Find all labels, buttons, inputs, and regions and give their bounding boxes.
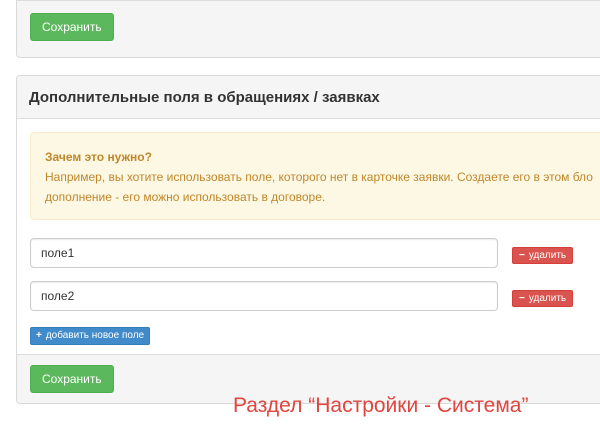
custom-fields-panel: Дополнительные поля в обращениях / заявк… — [16, 75, 600, 404]
info-alert: Зачем это нужно? Например, вы хотите исп… — [30, 132, 600, 220]
alert-text: Например, вы хотите использовать поле, к… — [45, 170, 593, 204]
alert-title: Зачем это нужно? — [45, 150, 152, 164]
panel-heading: Дополнительные поля в обращениях / заявк… — [17, 76, 600, 119]
top-panel: Сохранить — [16, 0, 600, 58]
top-panel-footer: Сохранить — [17, 0, 600, 57]
minus-icon: − — [519, 293, 525, 304]
add-field-label: добавить новое поле — [45, 330, 145, 341]
panel-title: Дополнительные поля в обращениях / заявк… — [29, 89, 380, 106]
save-button[interactable]: Сохранить — [30, 365, 114, 393]
caption-text: Раздел “Настройки - Система” — [233, 394, 529, 417]
add-field-button[interactable]: + добавить новое поле — [30, 327, 151, 345]
minus-icon: − — [519, 250, 525, 261]
save-button-top[interactable]: Сохранить — [30, 13, 114, 41]
delete-field-2-button[interactable]: − удалить — [512, 290, 574, 307]
delete-label: удалить — [528, 250, 567, 261]
plus-icon: + — [36, 330, 42, 341]
delete-label: удалить — [528, 293, 567, 304]
delete-field-1-button[interactable]: − удалить — [512, 247, 574, 264]
field-input-2[interactable] — [30, 281, 498, 311]
field-input-1[interactable] — [30, 238, 498, 268]
